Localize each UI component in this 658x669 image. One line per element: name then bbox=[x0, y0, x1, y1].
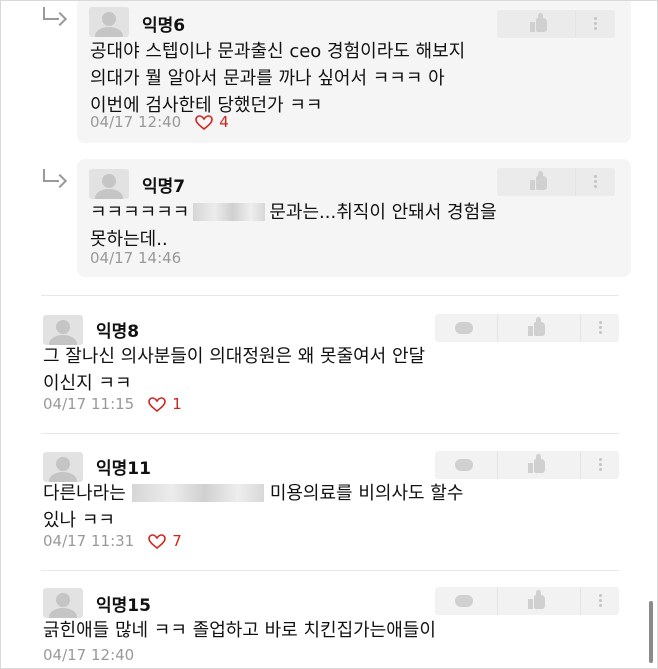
reply-button[interactable] bbox=[435, 314, 497, 342]
comment-actions bbox=[435, 451, 619, 479]
like-count: 7 bbox=[172, 532, 182, 550]
more-button[interactable] bbox=[575, 168, 614, 196]
comment-text: 공대야 스텝이나 문과출신 ceo 경험이라도 해보지 의대가 뭘 알아서 문과를… bbox=[90, 41, 466, 116]
author-name: 익명6 bbox=[142, 16, 186, 36]
blurred-text bbox=[193, 203, 266, 221]
avatar bbox=[89, 7, 129, 37]
author-name: 익명11 bbox=[96, 459, 151, 479]
blurred-text bbox=[131, 484, 264, 502]
comment-meta: 04/17 11:31 7 bbox=[43, 532, 182, 550]
reply-button[interactable] bbox=[435, 451, 497, 479]
timestamp: 04/17 11:31 bbox=[43, 532, 135, 550]
more-vertical-icon bbox=[594, 175, 597, 178]
more-button[interactable] bbox=[575, 10, 614, 38]
divider bbox=[41, 570, 619, 571]
comment-text: 그 잘나신 의사분들이 의대정원은 왜 못줄여서 안달 이신지 ㅋㅋ bbox=[43, 346, 426, 394]
heart-icon[interactable] bbox=[148, 396, 167, 412]
reply-button[interactable] bbox=[435, 587, 497, 615]
comment-meta: 04/17 14:46 bbox=[90, 249, 181, 267]
comment-meta: 04/17 12:40 4 bbox=[90, 113, 229, 131]
timestamp: 04/17 11:15 bbox=[43, 395, 135, 413]
vote-button[interactable] bbox=[497, 587, 580, 615]
like-count: 4 bbox=[219, 113, 229, 131]
vote-button[interactable] bbox=[497, 168, 575, 196]
comment-bubble-icon bbox=[455, 595, 473, 607]
comment-meta: 04/17 12:40 bbox=[43, 646, 134, 664]
vote-button[interactable] bbox=[497, 314, 580, 342]
more-button[interactable] bbox=[580, 314, 619, 342]
author-name: 익명8 bbox=[96, 322, 140, 342]
vote-button[interactable] bbox=[497, 451, 580, 479]
like-count: 1 bbox=[172, 395, 182, 413]
timestamp: 04/17 12:40 bbox=[90, 113, 182, 131]
comment-text: ㅋㅋㅋㅋㅋㅋ 문과는...취직이 안돼서 경험을 못하는데.. bbox=[90, 202, 497, 250]
avatar bbox=[43, 452, 83, 482]
divider bbox=[41, 295, 619, 296]
avatar bbox=[43, 315, 83, 345]
reply-arrow-icon bbox=[39, 7, 68, 27]
comment-meta: 04/17 11:15 1 bbox=[43, 395, 182, 413]
timestamp: 04/17 14:46 bbox=[90, 249, 182, 267]
more-button[interactable] bbox=[580, 587, 619, 615]
more-vertical-icon bbox=[599, 458, 602, 461]
scrollbar[interactable] bbox=[649, 601, 653, 663]
comment-text: 긁힌애들 많네 ㅋㅋ 졸업하고 바로 치킨집가는애들이 bbox=[43, 620, 436, 641]
avatar bbox=[89, 169, 129, 199]
reply-comment: 익명6 공대야 스텝이나 문과출신 ceo 경험이라도 해보지 의대가 뭘 알아서… bbox=[77, 1, 631, 143]
more-vertical-icon bbox=[599, 321, 602, 324]
heart-icon[interactable] bbox=[148, 533, 167, 549]
author-name: 익명7 bbox=[142, 177, 186, 197]
reply-arrow-icon bbox=[39, 169, 68, 189]
more-vertical-icon bbox=[599, 594, 602, 597]
comment-text: 다른나라는 미용의료를 비의사도 할수 있나 ㅋㅋ bbox=[43, 483, 464, 531]
comment-bubble-icon bbox=[455, 459, 473, 471]
avatar bbox=[43, 588, 83, 618]
comment-actions bbox=[497, 168, 615, 196]
timestamp: 04/17 12:40 bbox=[43, 646, 135, 664]
comment-actions bbox=[435, 587, 619, 615]
heart-icon[interactable] bbox=[195, 114, 214, 130]
comment-bubble-icon bbox=[455, 322, 473, 334]
comment-actions bbox=[435, 314, 619, 342]
divider bbox=[41, 433, 619, 434]
vote-button[interactable] bbox=[497, 10, 575, 38]
more-vertical-icon bbox=[594, 17, 597, 20]
comment-thread: 익명6 공대야 스텝이나 문과출신 ceo 경험이라도 해보지 의대가 뭘 알아서… bbox=[0, 0, 658, 669]
reply-comment: 익명7 ㅋㅋㅋㅋㅋㅋ 문과는...취직이 안돼서 경험을 못하는데.. 04/17 … bbox=[77, 159, 631, 277]
author-name: 익명15 bbox=[96, 596, 151, 616]
more-button[interactable] bbox=[580, 451, 619, 479]
comment-actions bbox=[497, 10, 615, 38]
